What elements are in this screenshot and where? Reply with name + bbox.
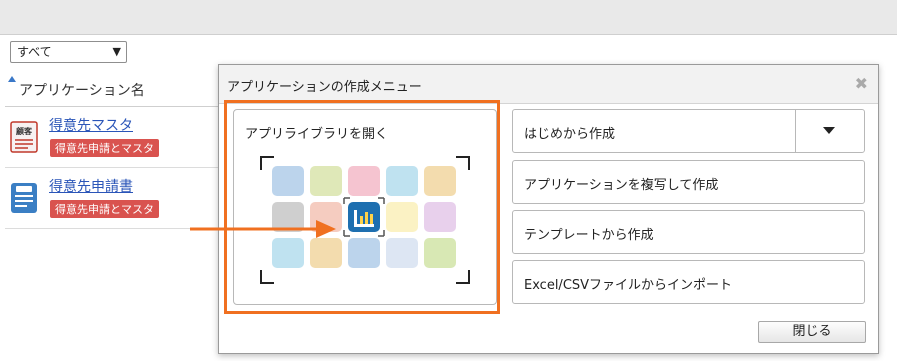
open-app-library-label: アプリライブラリを開く [245,127,389,142]
filter-select-value: すべて [17,45,52,59]
svg-text:顧客: 顧客 [16,126,33,136]
create-from-scratch-label: はじめから作成 [524,127,616,142]
top-toolbar [0,0,897,35]
dialog-header: アプリケーションの作成メニュー ✖ [219,65,878,104]
pointer-arrow-icon [190,220,336,238]
column-header-app-name[interactable]: アプリケーション名 [5,72,235,107]
create-app-dialog: アプリケーションの作成メニュー ✖ アプリライブラリを開く はじめから作成 アプ… [218,64,879,354]
create-from-scratch-button[interactable]: はじめから作成 [512,109,865,153]
copy-app-label: アプリケーションを複写して作成 [524,178,719,193]
caret-down-icon [823,127,835,134]
import-file-label: Excel/CSVファイルからインポート [524,278,733,293]
create-options-dropdown[interactable] [795,110,864,152]
form-document-icon [11,183,37,213]
open-app-library-button[interactable]: アプリライブラリを開く [233,109,497,305]
column-header-label: アプリケーション名 [19,83,145,99]
create-from-template-label: テンプレートから作成 [524,228,654,243]
create-from-template-button[interactable]: テンプレートから作成 [512,210,865,254]
close-button[interactable]: 閉じる [758,321,866,343]
app-tag-badge: 得意先申請とマスタ [50,200,159,218]
sort-ascending-icon [8,76,16,82]
dialog-title: アプリケーションの作成メニュー [227,80,422,95]
filter-select[interactable]: すべて ▼ [10,41,127,63]
close-icon[interactable]: ✖ [855,74,868,93]
app-list-item: 顧客 得意先マスタ 得意先申請とマスタ [5,107,235,168]
app-name-link[interactable]: 得意先申請書 [49,176,133,196]
import-file-button[interactable]: Excel/CSVファイルからインポート [512,260,865,304]
copy-app-button[interactable]: アプリケーションを複写して作成 [512,160,865,204]
chevron-down-icon: ▼ [112,45,121,58]
customer-card-icon: 顧客 [10,121,38,153]
app-name-link[interactable]: 得意先マスタ [49,115,133,135]
app-tag-badge: 得意先申請とマスタ [50,139,159,157]
